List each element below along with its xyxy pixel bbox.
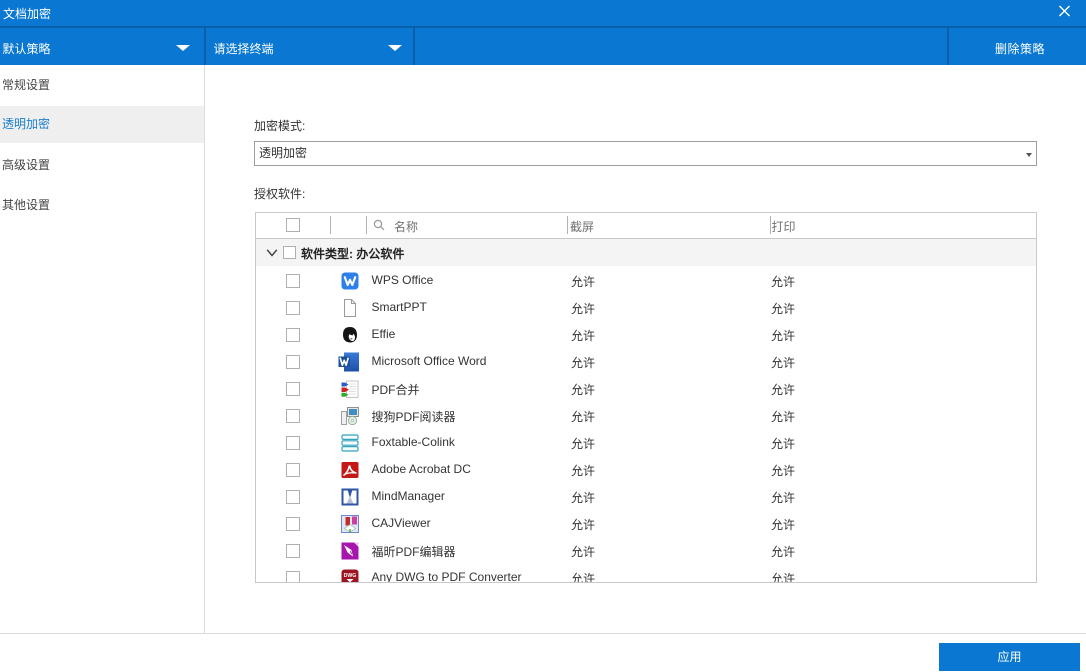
svg-text:DWG: DWG <box>344 572 357 578</box>
